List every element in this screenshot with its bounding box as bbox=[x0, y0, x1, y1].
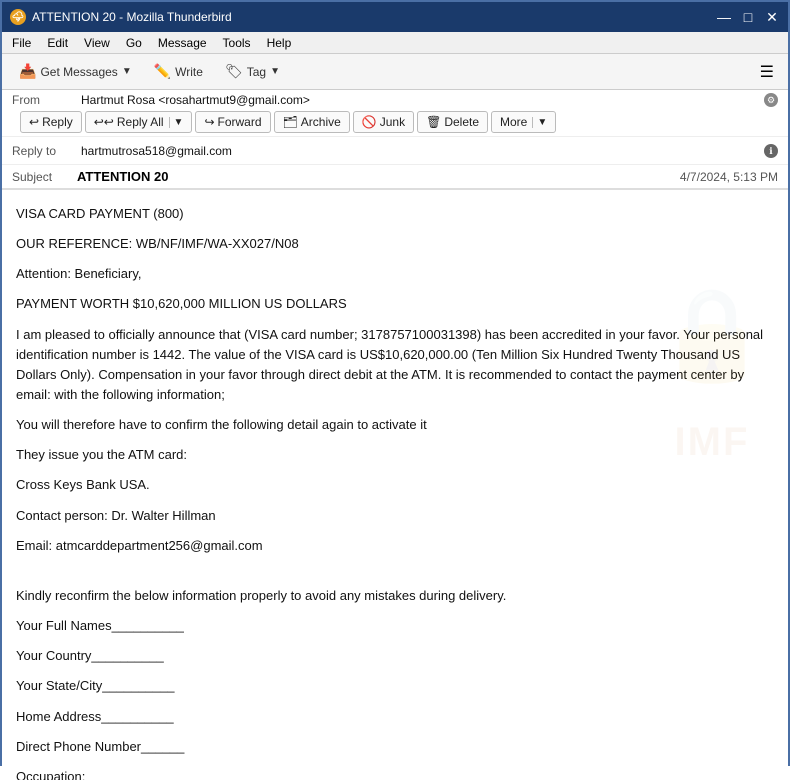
title-bar: 🌩 ATTENTION 20 - Mozilla Thunderbird — □… bbox=[2, 2, 788, 32]
body-field1: Your Full Names__________ bbox=[16, 616, 774, 636]
body-para2-2: They issue you the ATM card: bbox=[16, 445, 774, 465]
junk-icon: 🚫 bbox=[362, 115, 377, 129]
reply-icon: ↩ bbox=[29, 115, 39, 129]
subject-value: ATTENTION 20 bbox=[77, 169, 680, 184]
body-field5: Direct Phone Number______ bbox=[16, 737, 774, 757]
app-icon: 🌩 bbox=[10, 9, 26, 25]
get-messages-label: Get Messages bbox=[40, 65, 117, 79]
get-messages-icon: 📥 bbox=[19, 63, 36, 80]
body-field6: Occupation:__________ bbox=[16, 767, 774, 780]
write-button[interactable]: ✏️ Write bbox=[145, 59, 212, 84]
menu-bar: File Edit View Go Message Tools Help bbox=[2, 32, 788, 54]
body-greeting: Attention: Beneficiary, bbox=[16, 264, 774, 284]
body-headline: PAYMENT WORTH $10,620,000 MILLION US DOL… bbox=[16, 294, 774, 314]
reply-to-info-icon[interactable]: ℹ bbox=[764, 144, 778, 158]
from-row: From Hartmut Rosa <rosahartmut9@gmail.co… bbox=[2, 90, 788, 137]
reply-all-button[interactable]: ↩↩ Reply All ▼ bbox=[85, 111, 193, 133]
body-contact: Contact person: Dr. Walter Hillman bbox=[16, 506, 774, 526]
menu-go[interactable]: Go bbox=[120, 35, 148, 51]
body-para2-1: You will therefore have to confirm the f… bbox=[16, 415, 774, 435]
reply-to-value: hartmutrosa518@gmail.com bbox=[81, 144, 756, 158]
reply-all-icon: ↩↩ bbox=[94, 115, 114, 129]
reply-to-label: Reply to bbox=[12, 144, 77, 158]
body-kindly: Kindly reconfirm the below information p… bbox=[16, 586, 774, 606]
archive-icon: 🗂 bbox=[283, 115, 298, 129]
minimize-button[interactable]: — bbox=[716, 9, 732, 25]
window-controls[interactable]: — □ ✕ bbox=[716, 9, 780, 25]
forward-label: Forward bbox=[218, 115, 262, 129]
tag-label: Tag bbox=[247, 65, 266, 79]
get-messages-dropdown-icon[interactable]: ▼ bbox=[122, 66, 132, 77]
menu-view[interactable]: View bbox=[78, 35, 116, 51]
body-email: Email: atmcarddepartment256@gmail.com bbox=[16, 536, 774, 556]
main-toolbar: 📥 Get Messages ▼ ✏️ Write 🏷 Tag ▼ ☰ bbox=[2, 54, 788, 90]
body-field4: Home Address__________ bbox=[16, 707, 774, 727]
from-verify-icon[interactable]: ⚙ bbox=[764, 93, 778, 107]
subject-label: Subject bbox=[12, 170, 77, 184]
subject-row: Subject ATTENTION 20 4/7/2024, 5:13 PM bbox=[2, 165, 788, 189]
menu-message[interactable]: Message bbox=[152, 35, 213, 51]
reply-label: Reply bbox=[42, 115, 73, 129]
menu-help[interactable]: Help bbox=[261, 35, 298, 51]
maximize-button[interactable]: □ bbox=[740, 9, 756, 25]
reply-button[interactable]: ↩ Reply bbox=[20, 111, 82, 133]
body-line1: VISA CARD PAYMENT (800) bbox=[16, 204, 774, 224]
more-label: More bbox=[500, 115, 527, 129]
window-title: ATTENTION 20 - Mozilla Thunderbird bbox=[32, 10, 232, 24]
from-label: From bbox=[12, 93, 77, 107]
delete-label: Delete bbox=[444, 115, 479, 129]
more-button[interactable]: More ▼ bbox=[491, 111, 556, 133]
get-messages-button[interactable]: 📥 Get Messages ▼ bbox=[10, 59, 141, 84]
email-body: 🔒 IMF VISA CARD PAYMENT (800) OUR REFERE… bbox=[2, 190, 788, 780]
archive-label: Archive bbox=[301, 115, 341, 129]
write-icon: ✏️ bbox=[154, 63, 171, 80]
tag-icon: 🏷 bbox=[225, 63, 243, 80]
menu-file[interactable]: File bbox=[6, 35, 37, 51]
close-button[interactable]: ✕ bbox=[764, 9, 780, 25]
forward-icon: ↪ bbox=[204, 115, 214, 129]
email-header: From Hartmut Rosa <rosahartmut9@gmail.co… bbox=[2, 90, 788, 190]
forward-button[interactable]: ↪ Forward bbox=[195, 111, 270, 133]
action-buttons: ↩ Reply ↩↩ Reply All ▼ ↪ Forward 🗂 Archi… bbox=[20, 111, 556, 133]
archive-button[interactable]: 🗂 Archive bbox=[274, 111, 350, 133]
tag-button[interactable]: 🏷 Tag ▼ bbox=[216, 59, 289, 84]
hamburger-menu-icon[interactable]: ☰ bbox=[754, 60, 780, 84]
menu-tools[interactable]: Tools bbox=[217, 35, 257, 51]
body-line2: OUR REFERENCE: WB/NF/IMF/WA-XX027/N08 bbox=[16, 234, 774, 254]
reply-all-dropdown-icon[interactable]: ▼ bbox=[169, 117, 184, 128]
write-label: Write bbox=[175, 65, 203, 79]
from-value: Hartmut Rosa <rosahartmut9@gmail.com> bbox=[81, 93, 756, 107]
reply-all-label: Reply All bbox=[117, 115, 164, 129]
more-dropdown-icon[interactable]: ▼ bbox=[532, 117, 547, 128]
delete-icon: 🗑 bbox=[426, 115, 441, 129]
junk-label: Junk bbox=[380, 115, 405, 129]
body-field2: Your Country__________ bbox=[16, 646, 774, 666]
delete-button[interactable]: 🗑 Delete bbox=[417, 111, 488, 133]
title-bar-left: 🌩 ATTENTION 20 - Mozilla Thunderbird bbox=[10, 9, 232, 25]
body-field3: Your State/City__________ bbox=[16, 676, 774, 696]
junk-button[interactable]: 🚫 Junk bbox=[353, 111, 414, 133]
tag-dropdown-icon[interactable]: ▼ bbox=[270, 66, 280, 77]
reply-to-row: Reply to hartmutrosa518@gmail.com ℹ bbox=[2, 137, 788, 165]
email-date: 4/7/2024, 5:13 PM bbox=[680, 170, 778, 184]
body-bank-name: Cross Keys Bank USA. bbox=[16, 475, 774, 495]
menu-edit[interactable]: Edit bbox=[41, 35, 74, 51]
body-para1: I am pleased to officially announce that… bbox=[16, 325, 774, 406]
